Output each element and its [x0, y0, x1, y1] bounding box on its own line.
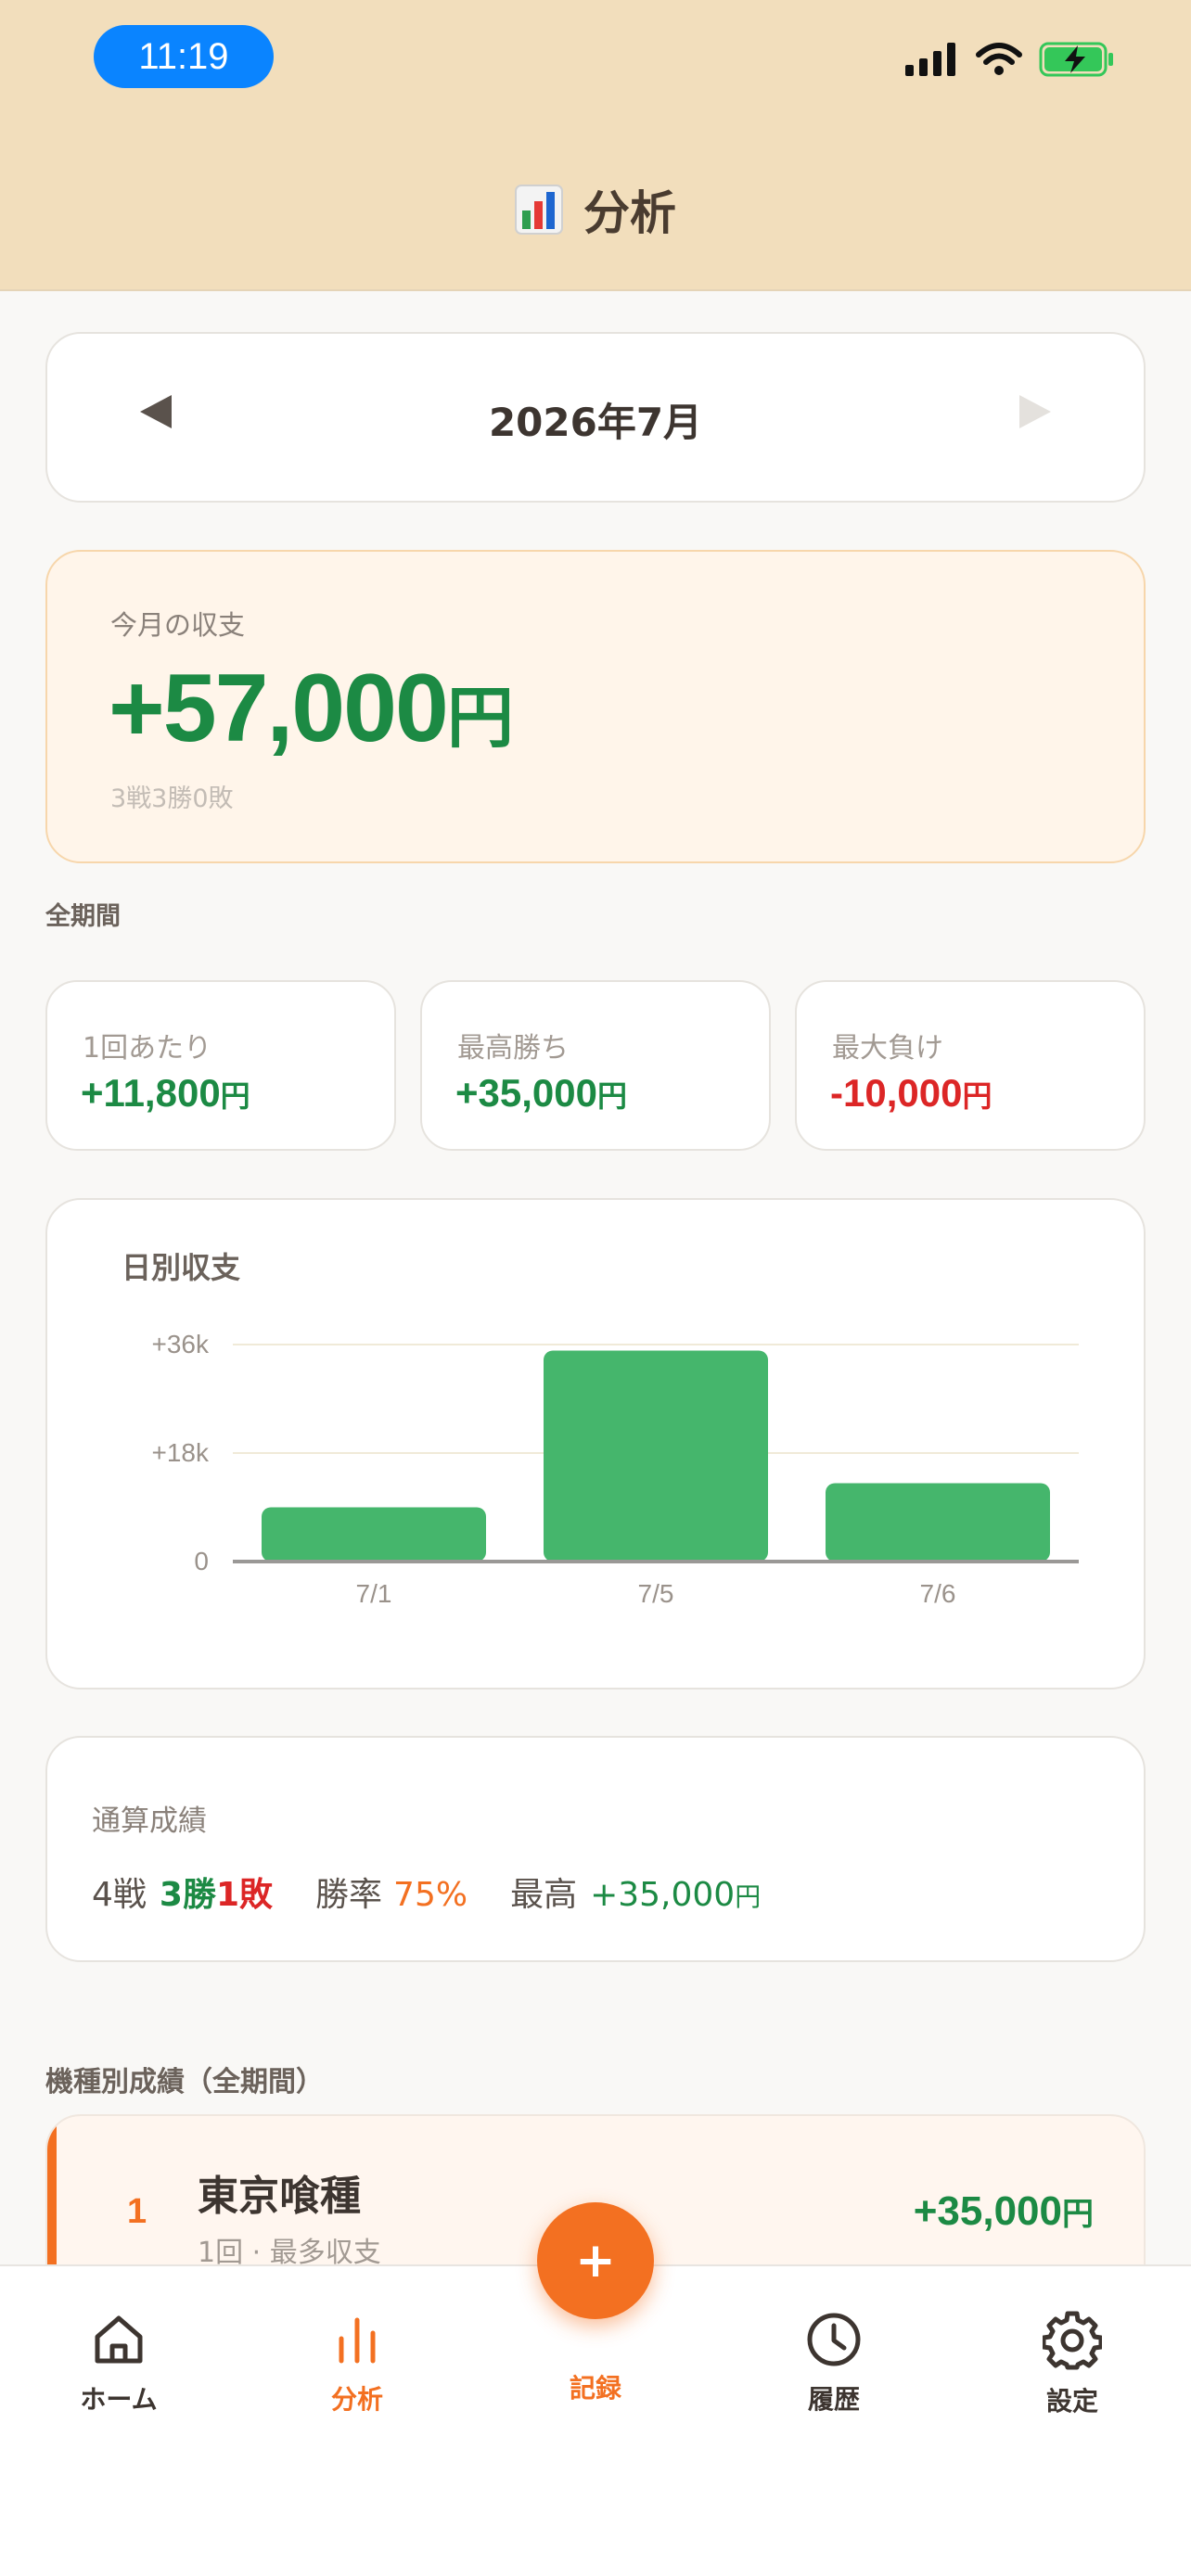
x-tick-label: 7/5: [638, 1579, 674, 1608]
win-rate-label: 勝率: [315, 1876, 383, 1914]
daily-chart-card: 日別収支 +36k +18k 0 7/1 7/5 7/6: [45, 1198, 1146, 1690]
machine-rank: 1: [127, 2192, 147, 2231]
best-unit: 円: [735, 1881, 762, 1912]
summary-label: 今月の収支: [110, 609, 246, 641]
stat-label: 1回あたり: [83, 1032, 212, 1065]
best-label: 最高: [510, 1876, 578, 1914]
status-icons: [905, 41, 1115, 78]
next-month-button[interactable]: [1019, 395, 1051, 428]
stat-label: 最高勝ち: [457, 1032, 569, 1065]
tab-history-label: 履歴: [807, 2384, 860, 2415]
stat-value: +35,000円: [455, 1071, 627, 1116]
tab-history[interactable]: 履歴: [760, 2311, 908, 2417]
gear-icon: [1043, 2311, 1102, 2370]
machine-name: 東京喰種: [198, 2173, 361, 2220]
month-selector: 2026年7月: [45, 332, 1146, 503]
analysis-icon: [339, 2317, 376, 2364]
home-icon: [95, 2315, 143, 2364]
overall-record-card: 通算成績 4戦 3勝 1敗 勝率 75% 最高 +35,000 円: [45, 1736, 1146, 1962]
stat-amount: -10,000: [830, 1071, 963, 1115]
bar: [262, 1507, 486, 1562]
tab-analysis-label: 分析: [330, 2384, 383, 2415]
battery-charging-icon: [1039, 42, 1113, 77]
cellular-signal-icon: [905, 43, 955, 76]
best-value: +35,000: [590, 1876, 736, 1914]
overall-record-row: 4戦 3勝 1敗 勝率 75% 最高 +35,000 円: [92, 1868, 761, 1916]
overall-title: 通算成績: [92, 1804, 207, 1838]
clock-icon: [807, 2313, 861, 2366]
add-record-button[interactable]: +: [537, 2202, 654, 2319]
stat-unit: 円: [597, 1078, 628, 1114]
stat-unit: 円: [962, 1078, 992, 1114]
summary-amount: +57,000: [109, 655, 449, 762]
stat-card-best-win: 最高勝ち +35,000円: [420, 980, 771, 1151]
tab-settings[interactable]: 設定: [998, 2311, 1146, 2418]
stat-label: 最大負け: [832, 1032, 943, 1065]
bar-chart-icon: [515, 185, 563, 235]
losses-count: 1敗: [215, 1876, 274, 1914]
status-time: 11:19: [94, 25, 274, 88]
games-count: 4戦: [92, 1876, 147, 1914]
tab-analysis[interactable]: 分析: [283, 2311, 431, 2417]
machine-amount: +35,000: [913, 2188, 1062, 2234]
machine-unit: 円: [1062, 2196, 1094, 2233]
bar: [544, 1350, 768, 1562]
machine-section-label: 機種別成績（全期間）: [45, 2066, 324, 2098]
x-tick-label: 7/6: [920, 1579, 956, 1608]
stat-value: +11,800円: [81, 1071, 250, 1116]
tab-settings-label: 設定: [1045, 2386, 1098, 2417]
stat-card-per-session: 1回あたり +11,800円: [45, 980, 396, 1151]
stat-value: -10,000円: [830, 1071, 992, 1116]
all-period-label: 全期間: [45, 902, 121, 931]
machine-value: +35,000円: [914, 2188, 1094, 2235]
y-tick-label: 0: [194, 1547, 209, 1575]
tab-home-label: ホーム: [80, 2384, 158, 2415]
page-title: 分析: [0, 176, 1191, 243]
stat-amount: +35,000: [455, 1071, 597, 1115]
stat-amount: +11,800: [81, 1071, 221, 1115]
tab-home[interactable]: ホーム: [45, 2311, 193, 2417]
page-title-text: 分析: [583, 186, 676, 240]
y-tick-label: +36k: [152, 1330, 210, 1358]
stat-card-worst-loss: 最大負け -10,000円: [795, 980, 1146, 1151]
add-record-label: 記録: [569, 2373, 621, 2404]
summary-unit: 円: [446, 679, 514, 757]
stat-unit: 円: [220, 1078, 250, 1114]
bar: [826, 1483, 1050, 1562]
current-month: 2026年7月: [488, 400, 703, 445]
daily-bar-chart: +36k +18k 0 7/1 7/5 7/6: [152, 1330, 1079, 1608]
y-tick-label: +18k: [152, 1438, 210, 1467]
wins-count: 3勝: [159, 1876, 216, 1914]
wifi-icon: [976, 43, 1022, 75]
monthly-summary-card: 今月の収支 +57,000円 3戦3勝0敗: [45, 550, 1146, 863]
win-rate-value: 75%: [393, 1876, 468, 1914]
summary-value: +57,000円: [109, 654, 514, 764]
app-header: 11:19 分析: [0, 0, 1191, 291]
summary-record: 3戦3勝0敗: [110, 784, 234, 813]
x-tick-label: 7/1: [356, 1579, 392, 1608]
